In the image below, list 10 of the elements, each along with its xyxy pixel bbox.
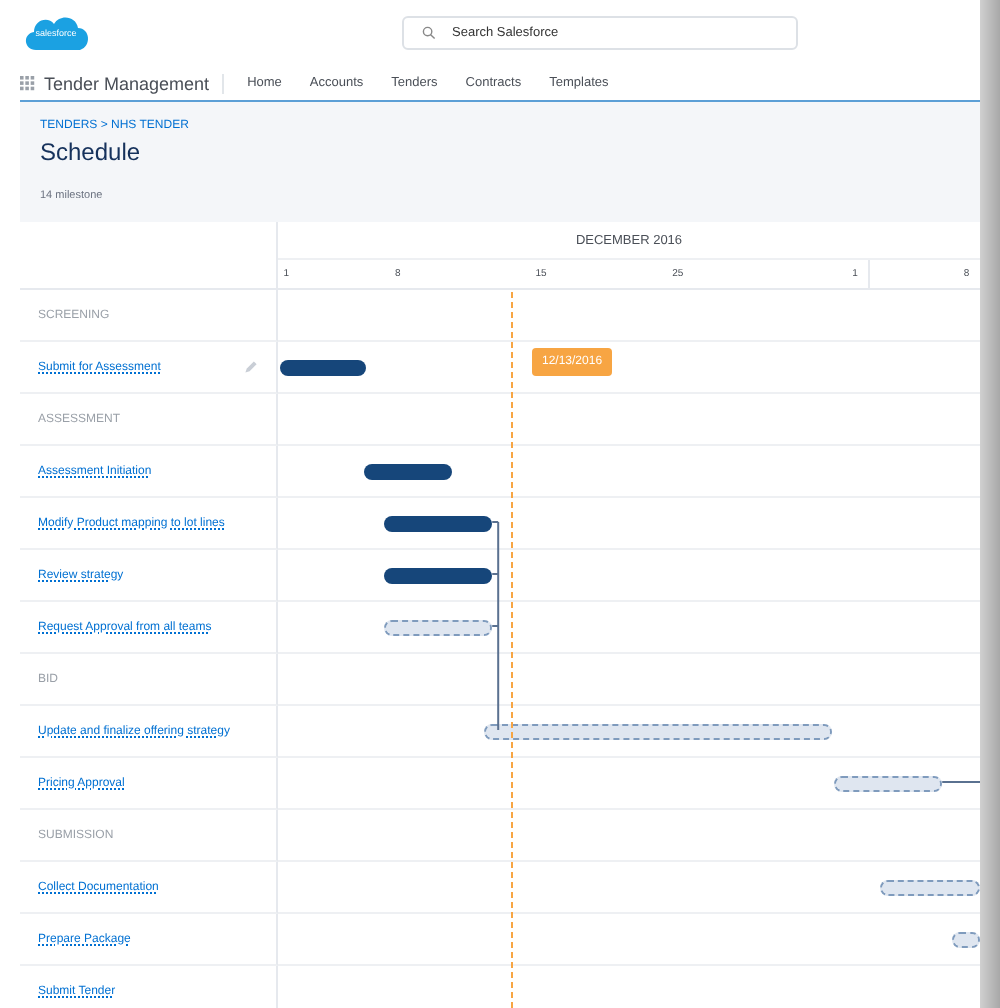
task-bar[interactable] xyxy=(364,464,453,480)
page-title: Schedule xyxy=(40,138,143,166)
app-launcher-icon[interactable] xyxy=(20,75,36,91)
task-bar[interactable] xyxy=(384,516,493,532)
search-icon xyxy=(422,26,436,40)
app-name: Tender Management xyxy=(44,73,224,93)
task-bar[interactable] xyxy=(279,360,367,376)
pencil-icon[interactable] xyxy=(244,360,258,374)
dependency-line xyxy=(941,781,980,783)
task-bar[interactable] xyxy=(384,568,493,584)
